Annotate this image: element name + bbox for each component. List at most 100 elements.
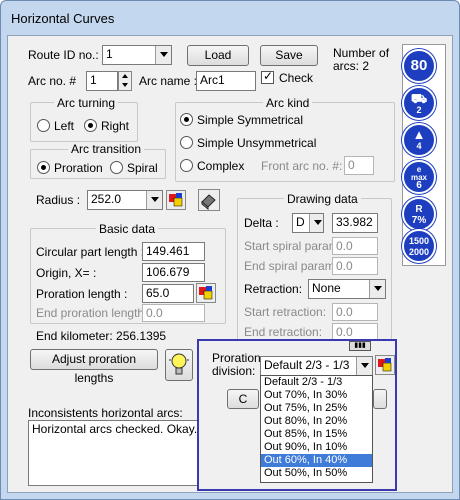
proration-division-dropdown: Default 2/3 - 1/3 Out 70%, In 30% Out 75… bbox=[260, 375, 373, 483]
chevron-down-icon[interactable] bbox=[369, 280, 385, 298]
arc-no-spinner[interactable] bbox=[118, 71, 132, 91]
palette-icon[interactable] bbox=[166, 190, 186, 210]
right-radio[interactable] bbox=[84, 119, 97, 132]
simple-symmetrical-radio[interactable] bbox=[180, 113, 193, 126]
radius-sign[interactable]: R 7% bbox=[402, 197, 436, 231]
range-sign-top: 1500 bbox=[408, 236, 430, 246]
delta-field[interactable]: 33.982 bbox=[332, 213, 378, 233]
spiral-radio[interactable] bbox=[110, 161, 123, 174]
partial-hidden-button[interactable]: C bbox=[227, 389, 259, 409]
chevron-down-icon[interactable] bbox=[146, 191, 162, 209]
checkmark-icon: ✓ bbox=[263, 69, 274, 83]
start-retraction-field[interactable]: 0.0 bbox=[332, 303, 378, 321]
dropdown-option-highlighted[interactable]: Out 60%, In 40% bbox=[261, 454, 372, 467]
partial-hidden-button-right[interactable] bbox=[373, 389, 387, 409]
dropdown-option[interactable]: Out 80%, In 20% bbox=[261, 415, 372, 428]
title-bar[interactable]: Horizontal Curves bbox=[1, 1, 459, 35]
emax-sign[interactable]: e max 6 bbox=[402, 160, 436, 194]
number-of-arcs-value: arcs: 2 bbox=[333, 59, 370, 73]
circular-part-length-label: Circular part length : bbox=[36, 245, 145, 259]
arc-no-input[interactable]: 1 bbox=[86, 71, 118, 91]
chevron-down-icon[interactable] bbox=[155, 46, 171, 64]
spin-down-icon[interactable] bbox=[122, 83, 128, 87]
route-id-combo[interactable]: 1 bbox=[102, 45, 172, 65]
end-proration-length-field[interactable]: 0.0 bbox=[142, 304, 205, 322]
delta-unit-combo[interactable]: D bbox=[292, 213, 324, 233]
start-spiral-field[interactable]: 0.0 bbox=[332, 237, 378, 255]
end-kilometer: End kilometer: 256.1395 bbox=[36, 329, 167, 343]
eraser-icon[interactable] bbox=[198, 189, 220, 211]
proration-label: Proration bbox=[54, 161, 103, 175]
radius-value: 252.0 bbox=[91, 192, 122, 206]
proration-radio[interactable] bbox=[37, 161, 50, 174]
save-button[interactable]: Save bbox=[260, 45, 318, 66]
proration-division-value: Default 2/3 - 1/3 bbox=[264, 358, 350, 372]
retraction-combo[interactable]: None bbox=[308, 279, 386, 299]
proration-division-combo[interactable]: Default 2/3 - 1/3 bbox=[260, 356, 373, 376]
origin-field[interactable]: 106.679 bbox=[142, 263, 205, 282]
left-radio[interactable] bbox=[37, 119, 50, 132]
retraction-value: None bbox=[312, 281, 341, 295]
truck-sign[interactable]: ⛟ 2 bbox=[402, 86, 436, 120]
end-spiral-label: End spiral param.: bbox=[244, 259, 342, 273]
load-button[interactable]: Load bbox=[187, 45, 249, 66]
dropdown-option[interactable]: Out 75%, In 25% bbox=[261, 402, 372, 415]
arc-name-input[interactable]: Arc1 bbox=[196, 71, 256, 91]
proration-length-label: Proration length : bbox=[36, 287, 128, 301]
end-spiral-field[interactable]: 0.0 bbox=[332, 257, 378, 275]
adjust-proration-lengths-button[interactable]: Adjust proration lengths bbox=[30, 349, 158, 385]
number-of-arcs-label: Number of bbox=[333, 46, 390, 60]
start-retraction-label: Start retraction: bbox=[244, 305, 327, 319]
horizontal-curves-window: Horizontal Curves Route ID no.: 1 Load S… bbox=[0, 0, 460, 500]
front-arc-input[interactable]: 0 bbox=[344, 156, 374, 175]
drawing-data-title: Drawing data bbox=[284, 192, 361, 206]
start-spiral-label: Start spiral param.: bbox=[244, 239, 346, 253]
speed-limit-sign[interactable]: 80 bbox=[402, 49, 436, 83]
complex-radio[interactable] bbox=[180, 159, 193, 172]
end-retraction-label: End retraction: bbox=[244, 325, 323, 339]
grip-icon[interactable]: ▮▮▮ bbox=[349, 341, 371, 351]
delta-unit-value: D bbox=[296, 215, 305, 229]
arc-turning-title: Arc turning bbox=[54, 96, 119, 110]
dropdown-option[interactable]: Out 85%, In 15% bbox=[261, 428, 372, 441]
simple-unsymmetrical-radio[interactable] bbox=[180, 136, 193, 149]
route-id-value: 1 bbox=[106, 47, 113, 61]
radius-label: Radius : bbox=[36, 193, 81, 207]
dropdown-option[interactable]: Default 2/3 - 1/3 bbox=[261, 376, 372, 389]
truck-icon: ⛟ bbox=[410, 91, 428, 106]
radius-sign-top: R bbox=[415, 204, 423, 215]
simple-symmetrical-label: Simple Symmetrical bbox=[197, 113, 304, 127]
end-proration-length-label: End proration length : bbox=[36, 306, 151, 320]
dropdown-option[interactable]: Out 70%, In 30% bbox=[261, 389, 372, 402]
radius-combo[interactable]: 252.0 bbox=[87, 190, 163, 210]
proration-division-label-1: Proration bbox=[212, 351, 261, 365]
chevron-down-icon[interactable] bbox=[309, 214, 323, 232]
proration-length-field[interactable]: 65.0 bbox=[142, 284, 194, 303]
route-id-label: Route ID no.: bbox=[28, 48, 99, 62]
lane-sign-value: 4 bbox=[416, 141, 422, 151]
arc-no-label: Arc no. # bbox=[28, 74, 77, 88]
retraction-label: Retraction: bbox=[244, 282, 303, 296]
chevron-down-icon[interactable] bbox=[356, 357, 372, 375]
right-label: Right bbox=[101, 119, 130, 133]
truck-sign-value: 2 bbox=[416, 105, 422, 115]
radius-sign-value: 7% bbox=[411, 215, 427, 226]
road-icon: ▲ bbox=[412, 127, 426, 142]
arc-name-label: Arc name : bbox=[139, 74, 198, 88]
spin-up-icon[interactable] bbox=[122, 74, 128, 78]
range-sign-bottom: 2000 bbox=[408, 247, 430, 257]
palette-icon[interactable] bbox=[375, 355, 395, 375]
circular-part-length-field[interactable]: 149.461 bbox=[142, 242, 205, 261]
palette-icon[interactable] bbox=[196, 283, 216, 303]
dropdown-option[interactable]: Out 50%, In 50% bbox=[261, 467, 372, 480]
arc-transition-title: Arc transition bbox=[68, 142, 145, 156]
lane-sign[interactable]: ▲ 4 bbox=[402, 123, 436, 157]
range-sign[interactable]: 1500 2000 bbox=[402, 229, 436, 263]
dropdown-option[interactable]: Out 90%, In 10% bbox=[261, 441, 372, 454]
origin-label: Origin, X= : bbox=[36, 266, 97, 280]
basic-data-title: Basic data bbox=[96, 222, 159, 236]
left-label: Left bbox=[54, 119, 75, 133]
check-checkbox[interactable]: ✓ bbox=[261, 69, 274, 84]
arc-kind-title: Arc kind bbox=[263, 96, 313, 110]
lightbulb-icon[interactable] bbox=[165, 349, 193, 381]
